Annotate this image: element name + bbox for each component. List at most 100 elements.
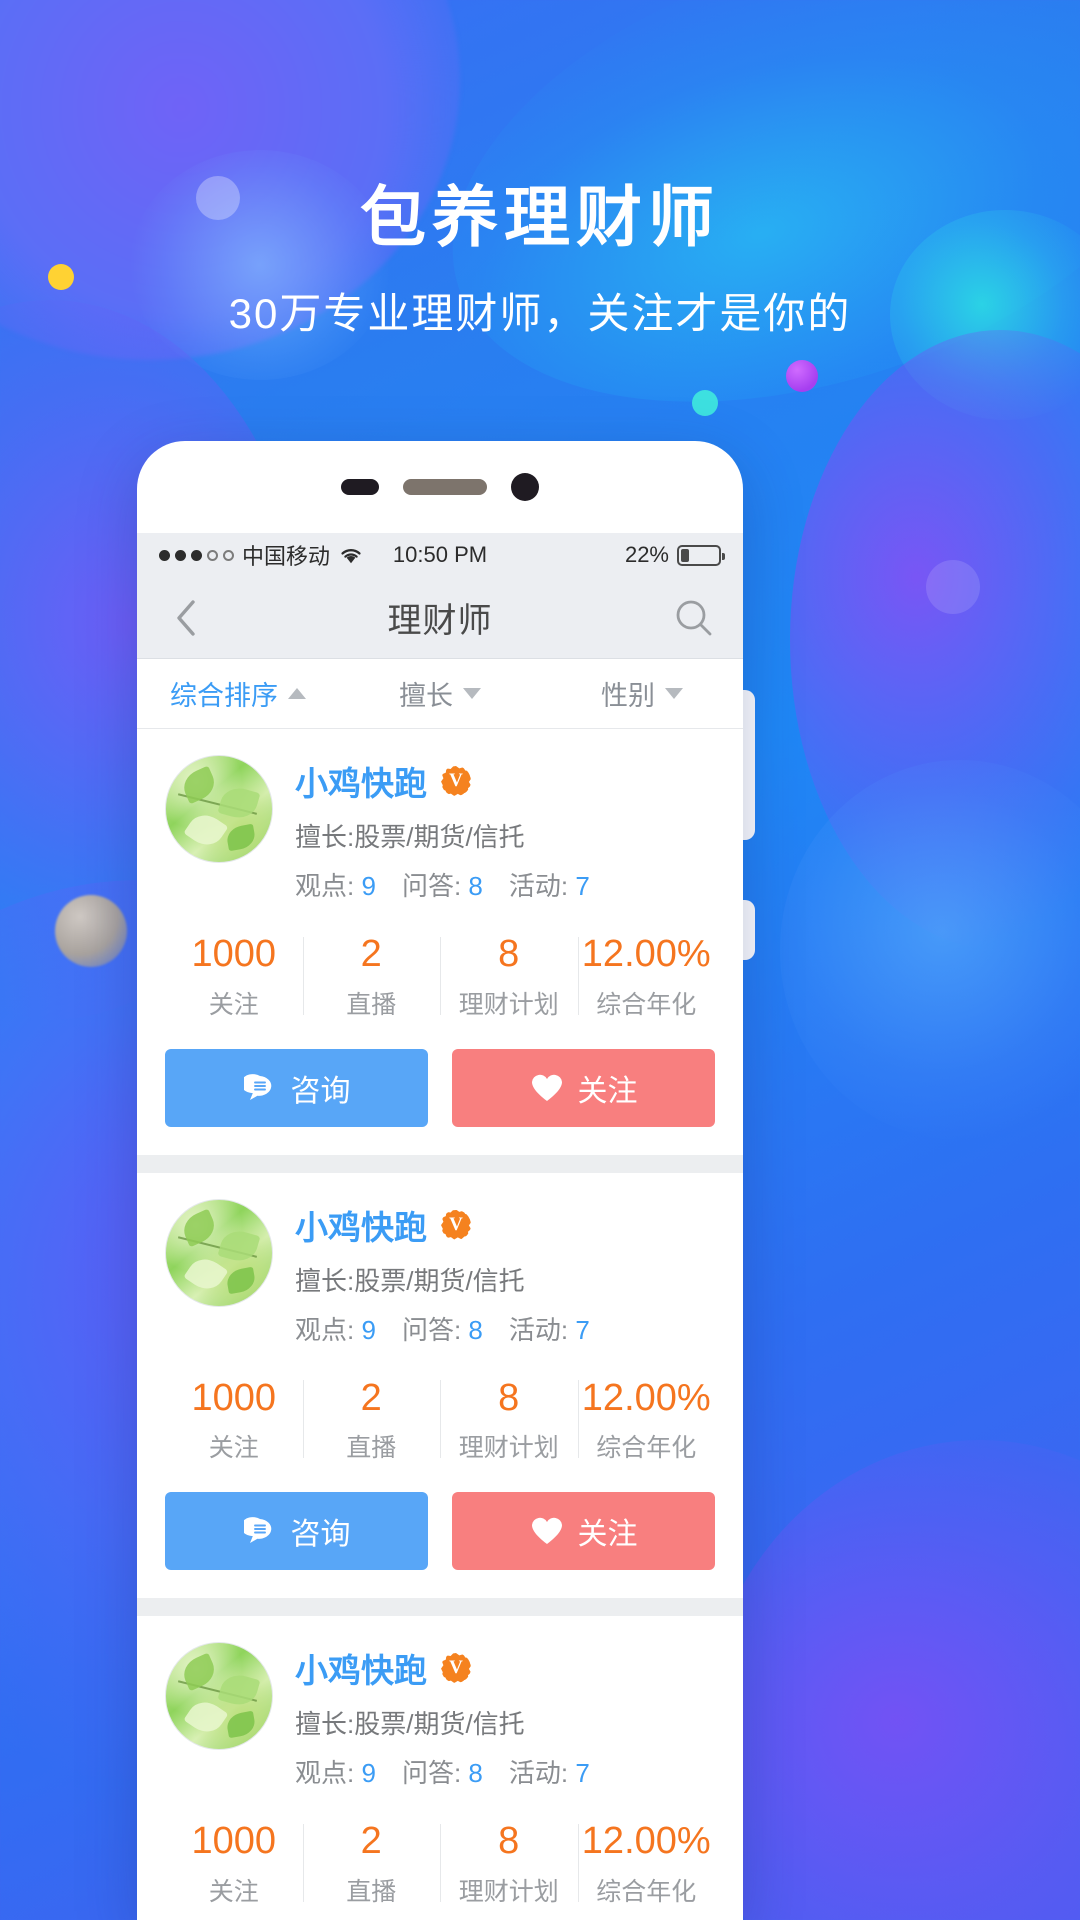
avatar[interactable] xyxy=(165,755,273,863)
stat-value: 12.00% xyxy=(581,1820,711,1862)
dot-magenta xyxy=(786,360,818,392)
battery-icon xyxy=(677,544,725,566)
verified-badge-icon: V xyxy=(441,1653,471,1683)
follow-button[interactable]: 关注 xyxy=(452,1048,715,1127)
filter-label: 综合排序 xyxy=(170,681,278,711)
advisor-metrics: 观点: 9 问答: 8 活动: 7 xyxy=(295,866,715,903)
advisor-info: 小鸡快跑 V 擅长:股票/期货/信托 观点: 9 问答: 8 活动: 7 xyxy=(295,1199,715,1347)
stat-label: 关注 xyxy=(208,1877,259,1906)
chat-bubble-icon xyxy=(243,1071,277,1105)
metric-activity: 活动: 7 xyxy=(508,871,590,901)
stat-value: 12.00% xyxy=(581,933,711,975)
signal-strength-icon xyxy=(159,549,234,561)
follow-button[interactable]: 关注 xyxy=(452,1492,715,1570)
hero-title: 包养理财师 xyxy=(360,180,720,254)
stat-followers: 1000 关注 xyxy=(165,1814,303,1912)
stat-value: 8 xyxy=(498,1376,520,1419)
advisor-card[interactable]: 小鸡快跑 V 擅长:股票/期货/信托 观点: 9 问答: 8 活动: 7 100… xyxy=(137,729,743,1155)
stat-value: 2 xyxy=(360,1820,382,1862)
advisor-name[interactable]: 小鸡快跑 xyxy=(295,1201,427,1249)
metric-qa: 问答: 8 xyxy=(401,1314,483,1345)
stat-value: 8 xyxy=(498,933,520,975)
metric-viewpoints: 观点: 9 xyxy=(295,1314,376,1345)
advisor-actions: 咨询 关注 xyxy=(165,1492,715,1570)
advisor-name[interactable]: 小鸡快跑 xyxy=(295,1644,427,1692)
search-button[interactable] xyxy=(671,595,717,641)
carrier-label: 中国移动 xyxy=(242,544,331,569)
blob-purple-bottom-right xyxy=(700,1440,1080,1920)
consult-button[interactable]: 咨询 xyxy=(165,1492,428,1570)
button-label: 咨询 xyxy=(290,1074,351,1108)
avatar[interactable] xyxy=(165,1198,273,1307)
status-bar-right: 22% xyxy=(624,542,725,568)
metric-viewpoints: 观点: 9 xyxy=(295,871,376,901)
stat-annualized: 12.00% 综合年化 xyxy=(577,1371,716,1469)
stat-followers: 1000 关注 xyxy=(165,927,303,1025)
stat-label: 理财计划 xyxy=(458,1434,559,1462)
stat-label: 直播 xyxy=(346,1434,397,1462)
back-button[interactable] xyxy=(163,595,209,641)
advisor-header: 小鸡快跑 V 擅长:股票/期货/信托 观点: 9 问答: 8 活动: 7 xyxy=(165,1642,715,1790)
stat-value: 1000 xyxy=(191,933,277,975)
stat-value: 1000 xyxy=(191,1376,277,1419)
heart-icon xyxy=(530,1071,564,1105)
filter-gender[interactable]: 性别 xyxy=(541,674,743,713)
metric-viewpoints: 观点: 9 xyxy=(295,1758,376,1788)
stat-label: 关注 xyxy=(208,990,259,1019)
blob-blue-mid-right xyxy=(780,760,1080,1140)
advisor-specialty: 擅长:股票/期货/信托 xyxy=(295,822,525,852)
chevron-down-icon xyxy=(665,688,683,699)
filter-specialty[interactable]: 擅长 xyxy=(339,674,541,713)
advisor-name[interactable]: 小鸡快跑 xyxy=(295,757,427,805)
advisor-specialty: 擅长:股票/期货/信托 xyxy=(295,1265,525,1296)
dot-white-right xyxy=(926,560,980,614)
front-camera-icon xyxy=(511,473,539,501)
search-icon xyxy=(676,600,712,635)
stat-livestreams: 2 直播 xyxy=(302,1814,441,1912)
filter-comprehensive-sort[interactable]: 综合排序 xyxy=(137,674,339,713)
stat-value: 12.00% xyxy=(581,1376,711,1419)
chat-bubble-icon xyxy=(243,1514,277,1548)
advisor-info: 小鸡快跑 V 擅长:股票/期货/信托 观点: 9 问答: 8 活动: 7 xyxy=(295,1642,715,1790)
advisor-stats: 1000 关注 2 直播 8 理财计划 12.00% 综合年化 xyxy=(165,1814,715,1912)
stat-label: 直播 xyxy=(346,990,397,1019)
advisor-stats: 1000 关注 2 直播 8 理财计划 12.00% 综合年化 xyxy=(165,927,715,1025)
stat-label: 综合年化 xyxy=(596,1434,697,1462)
stat-annualized: 12.00% 综合年化 xyxy=(577,1814,716,1912)
advisor-header: 小鸡快跑 V 擅长:股票/期货/信托 观点: 9 问答: 8 活动: 7 xyxy=(165,755,715,903)
verified-badge-icon: V xyxy=(441,766,471,796)
stat-label: 综合年化 xyxy=(596,1877,697,1906)
stat-annualized: 12.00% 综合年化 xyxy=(577,927,716,1025)
chevron-left-icon xyxy=(177,599,195,636)
phone-mockup: 中国移动 10:50 PM 22% 理财师 综合排序 擅长 性别 小鸡快跑 V … xyxy=(137,441,743,1920)
advisor-card[interactable]: 小鸡快跑 V 擅长:股票/期货/信托 观点: 9 问答: 8 活动: 7 100… xyxy=(137,1172,743,1598)
status-bar-left: 中国移动 xyxy=(159,539,364,571)
earpiece-speaker-icon xyxy=(403,479,487,495)
stat-value: 2 xyxy=(360,1376,382,1419)
button-label: 咨询 xyxy=(290,1518,351,1551)
consult-button[interactable]: 咨询 xyxy=(165,1048,428,1127)
advisor-header: 小鸡快跑 V 擅长:股票/期货/信托 观点: 9 问答: 8 活动: 7 xyxy=(165,1198,715,1347)
stat-livestreams: 2 直播 xyxy=(302,1371,441,1469)
heart-icon xyxy=(530,1514,564,1548)
advisor-actions: 咨询 关注 xyxy=(165,1048,715,1127)
stat-label: 理财计划 xyxy=(458,1877,559,1906)
blob-grey-sphere xyxy=(55,895,127,967)
stat-label: 直播 xyxy=(346,1877,397,1906)
advisor-name-row: 小鸡快跑 V xyxy=(295,757,715,805)
phone-top-bezel xyxy=(137,441,743,533)
avatar[interactable] xyxy=(165,1642,273,1750)
battery-percent-label: 22% xyxy=(624,542,669,567)
advisor-list: 小鸡快跑 V 擅长:股票/期货/信托 观点: 9 问答: 8 活动: 7 100… xyxy=(137,729,743,1920)
button-label: 关注 xyxy=(577,1074,638,1108)
metric-qa: 问答: 8 xyxy=(401,1758,483,1788)
stat-livestreams: 2 直播 xyxy=(302,927,441,1025)
metric-activity: 活动: 7 xyxy=(508,1314,590,1345)
advisor-metrics: 观点: 9 问答: 8 活动: 7 xyxy=(295,1310,715,1347)
wifi-icon xyxy=(338,545,364,565)
advisor-info: 小鸡快跑 V 擅长:股票/期货/信托 观点: 9 问答: 8 活动: 7 xyxy=(295,755,715,903)
nav-bar: 理财师 xyxy=(137,577,743,659)
stat-plans: 8 理财计划 xyxy=(440,1371,578,1469)
metric-activity: 活动: 7 xyxy=(508,1758,590,1788)
advisor-card[interactable]: 小鸡快跑 V 擅长:股票/期货/信托 观点: 9 问答: 8 活动: 7 100… xyxy=(137,1616,743,1920)
